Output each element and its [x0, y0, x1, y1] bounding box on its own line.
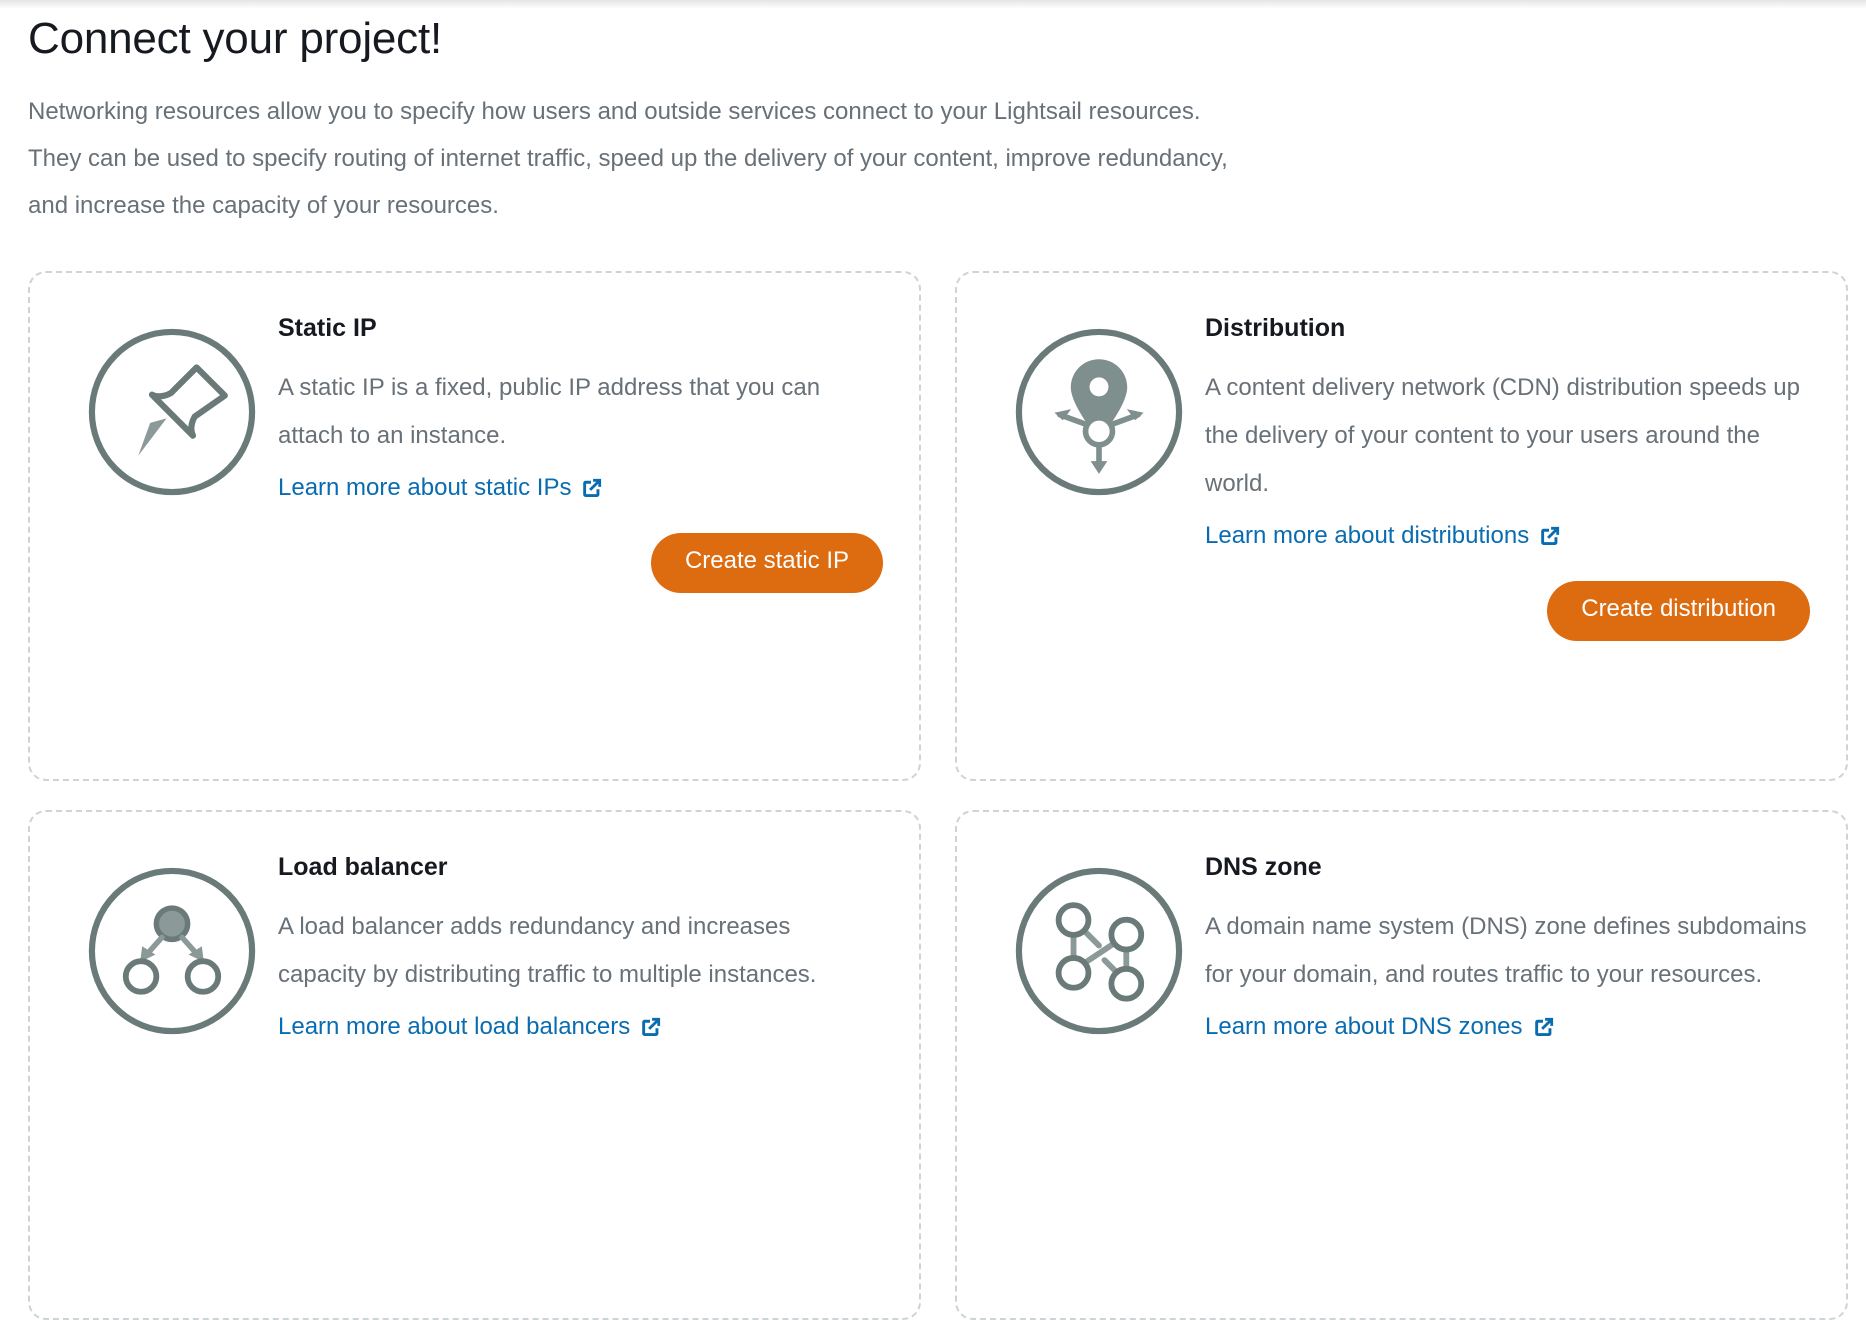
- learn-more-link-distribution[interactable]: Learn more about distributions: [1205, 520, 1562, 551]
- card-body: DNS zone A domain name system (DNS) zone…: [1205, 850, 1810, 1042]
- header-shadow-band: [0, 0, 1866, 9]
- card-actions: Create static IP: [278, 533, 883, 593]
- card-description: A domain name system (DNS) zone defines …: [1205, 903, 1810, 999]
- learn-more-link-load-balancer[interactable]: Learn more about load balancers: [278, 1011, 663, 1042]
- card-icon-container: [993, 850, 1205, 1042]
- learn-more-label: Learn more about DNS zones: [1205, 1011, 1523, 1042]
- card-title: Distribution: [1205, 313, 1810, 344]
- card-actions: Create distribution: [1205, 581, 1810, 641]
- card-title: Static IP: [278, 313, 883, 344]
- card-static-ip[interactable]: Static IP A static IP is a fixed, public…: [28, 271, 921, 781]
- learn-more-label: Learn more about distributions: [1205, 520, 1529, 551]
- card-title: Load balancer: [278, 852, 883, 883]
- card-body: Load balancer A load balancer adds redun…: [278, 850, 883, 1042]
- learn-more-link-dns-zone[interactable]: Learn more about DNS zones: [1205, 1011, 1556, 1042]
- card-description: A content delivery network (CDN) distrib…: [1205, 364, 1810, 508]
- external-link-icon: [1538, 524, 1562, 548]
- card-icon-container: [993, 311, 1205, 503]
- map-pin-distribution-icon: [1008, 321, 1190, 503]
- learn-more-label: Learn more about load balancers: [278, 1011, 630, 1042]
- card-load-balancer[interactable]: Load balancer A load balancer adds redun…: [28, 810, 921, 1320]
- card-description: A load balancer adds redundancy and incr…: [278, 903, 883, 999]
- pushpin-icon: [81, 321, 263, 503]
- external-link-icon: [580, 476, 604, 500]
- networking-page: Connect your project! Networking resourc…: [0, 0, 1866, 1184]
- card-icon-container: [66, 311, 278, 503]
- create-distribution-button[interactable]: Create distribution: [1547, 581, 1810, 641]
- resource-card-grid: Static IP A static IP is a fixed, public…: [28, 271, 1838, 1320]
- create-static-ip-button[interactable]: Create static IP: [651, 533, 883, 593]
- external-link-icon: [1532, 1015, 1556, 1039]
- learn-more-link-static-ip[interactable]: Learn more about static IPs: [278, 472, 604, 503]
- page-title: Connect your project!: [28, 9, 1838, 66]
- card-body: Distribution A content delivery network …: [1205, 311, 1810, 641]
- card-description: A static IP is a fixed, public IP addres…: [278, 364, 883, 460]
- load-balancer-icon: [81, 860, 263, 1042]
- page-content: Connect your project! Networking resourc…: [0, 9, 1866, 1320]
- card-title: DNS zone: [1205, 852, 1810, 883]
- card-icon-container: [66, 850, 278, 1042]
- learn-more-label: Learn more about static IPs: [278, 472, 571, 503]
- card-dns-zone[interactable]: DNS zone A domain name system (DNS) zone…: [955, 810, 1848, 1320]
- card-body: Static IP A static IP is a fixed, public…: [278, 311, 883, 593]
- page-description: Networking resources allow you to specif…: [28, 88, 1238, 229]
- dns-network-icon: [1008, 860, 1190, 1042]
- card-distribution[interactable]: Distribution A content delivery network …: [955, 271, 1848, 781]
- external-link-icon: [639, 1015, 663, 1039]
